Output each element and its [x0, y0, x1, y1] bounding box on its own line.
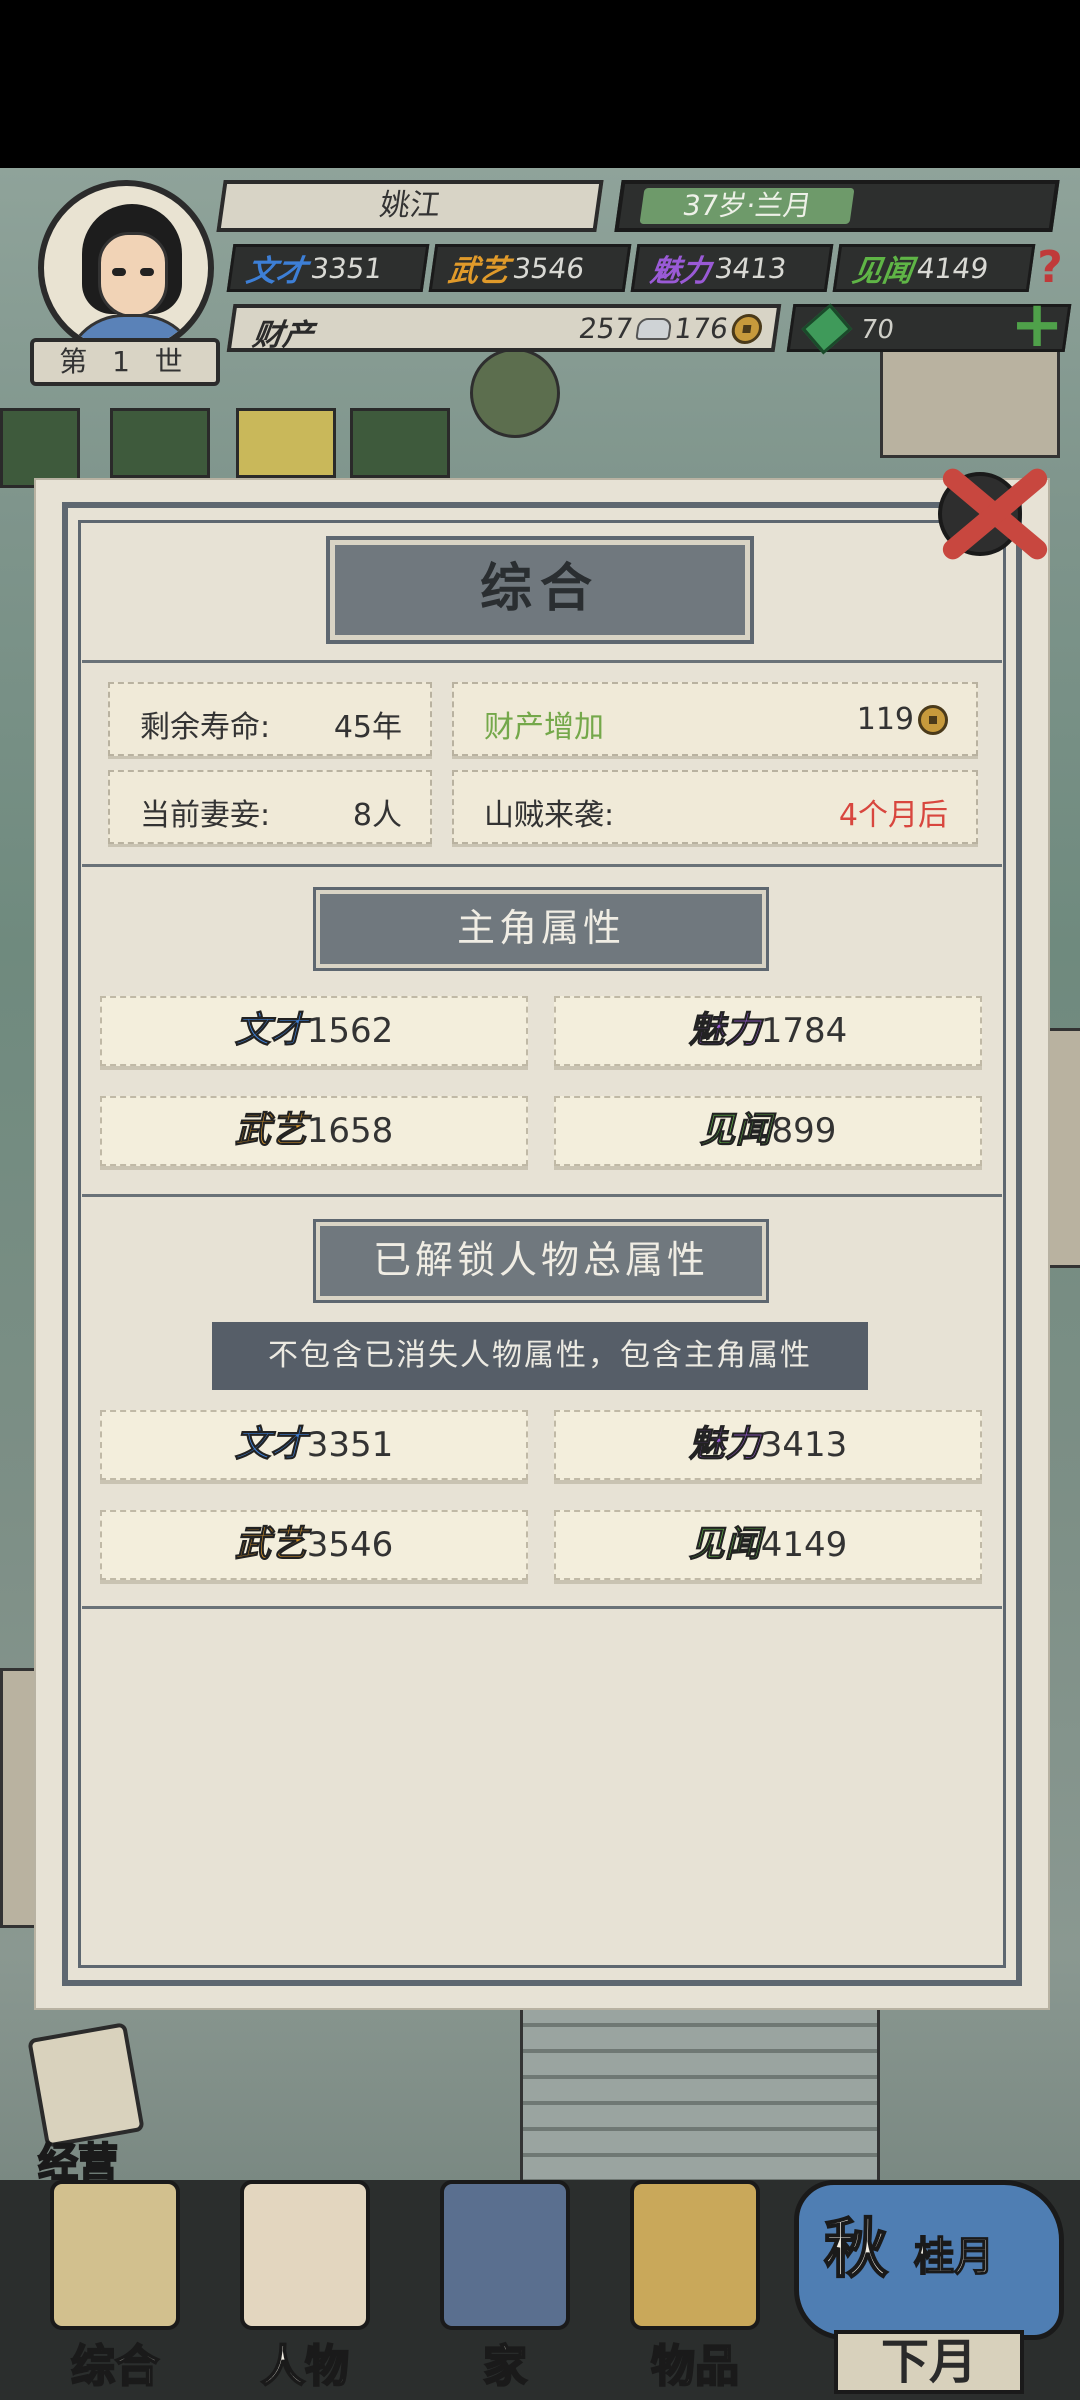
panel-title: 综合 — [330, 540, 750, 640]
spouses-cell: 当前妻妾: 8人 — [108, 770, 432, 844]
lifespan-label: 剩余寿命: — [140, 710, 271, 745]
next-month-button[interactable]: 秋 桂月 下月 — [794, 2180, 1064, 2395]
hero-attr-jian: 见闻899 — [554, 1096, 982, 1166]
next-month-label: 下月 — [834, 2330, 1024, 2394]
copper-coin-icon — [729, 313, 765, 344]
house-icon — [440, 2180, 570, 2330]
generation-badge: 第 1 世 — [30, 338, 220, 386]
nav-characters[interactable]: 人物 — [220, 2180, 390, 2393]
silver-amount: 257 — [576, 312, 635, 345]
wealth-gain-cell: 财产增加 119 — [452, 682, 978, 756]
person-icon — [240, 2180, 370, 2330]
jade-icon — [801, 303, 853, 355]
wealth-gain-value: 119 — [857, 702, 948, 737]
silver-ingot-icon — [634, 317, 673, 340]
hero-attr-mei: 魅力1784 — [554, 996, 982, 1066]
hero-attr-wen: 文才1562 — [100, 996, 528, 1066]
lifespan-cell: 剩余寿命: 45年 — [108, 682, 432, 756]
wealth-gain-label: 财产增加 — [484, 710, 604, 745]
total-attrs-heading: 已解锁人物总属性 — [316, 1222, 766, 1300]
bandits-label: 山贼来袭: — [484, 798, 615, 833]
spouses-value: 8人 — [352, 798, 402, 833]
header-stats: 文才 3351 武艺 3546 魅力 3413 见闻 4149 — [226, 244, 1070, 294]
scroll-bundle-icon — [50, 2180, 180, 2330]
month-label: 桂月 — [913, 2233, 995, 2281]
wealth-row: 财产 257 176 — [226, 304, 782, 353]
age-plate: 37岁·兰月 — [614, 180, 1060, 232]
nav-summary[interactable]: 综合 — [30, 2180, 200, 2393]
bandits-value: 4个月后 — [838, 798, 948, 833]
header-stat-jian: 见闻 4149 — [832, 244, 1036, 292]
wealth-value: 257 176 — [577, 312, 765, 345]
avatar[interactable]: 第 1 世 — [30, 180, 220, 386]
nav-items[interactable]: 物品 — [610, 2180, 780, 2393]
age-month-label: 37岁·兰月 — [639, 188, 855, 224]
plus-icon[interactable]: + — [1010, 293, 1064, 357]
close-button[interactable] — [930, 450, 1060, 570]
wealth-label: 财产 — [250, 318, 316, 353]
hero-attrs-heading: 主角属性 — [316, 890, 766, 968]
total-attr-wu: 武艺3546 — [100, 1510, 528, 1580]
scroll-icon — [27, 2022, 145, 2148]
bandits-cell: 山贼来袭: 4个月后 — [452, 770, 978, 844]
jade-amount: 70 — [858, 315, 896, 345]
hero-attr-wu: 武艺1658 — [100, 1096, 528, 1166]
total-attr-wen: 文才3351 — [100, 1410, 528, 1480]
header-stat-wen: 文才 3351 — [226, 244, 430, 292]
spouses-label: 当前妻妾: — [140, 798, 271, 833]
total-attr-jian: 见闻4149 — [554, 1510, 982, 1580]
header-stat-mei: 魅力 3413 — [630, 244, 834, 292]
player-name: 姚江 — [216, 180, 604, 232]
copper-amount: 176 — [672, 312, 731, 345]
copper-coin-icon — [918, 704, 948, 735]
question-icon[interactable]: ? — [1030, 244, 1070, 292]
manage-button[interactable]: 经营 — [18, 2022, 158, 2187]
lifespan-value: 45年 — [333, 710, 402, 745]
gourd-icon — [630, 2180, 760, 2330]
avatar-portrait — [38, 180, 214, 356]
nav-home[interactable]: 家 — [420, 2180, 590, 2393]
season-label: 秋 — [823, 2212, 889, 2288]
total-attrs-note: 不包含已消失人物属性，包含主角属性 — [212, 1322, 868, 1390]
header-stat-wu: 武艺 3546 — [428, 244, 632, 292]
total-attr-mei: 魅力3413 — [554, 1410, 982, 1480]
status-bar — [0, 0, 1080, 168]
